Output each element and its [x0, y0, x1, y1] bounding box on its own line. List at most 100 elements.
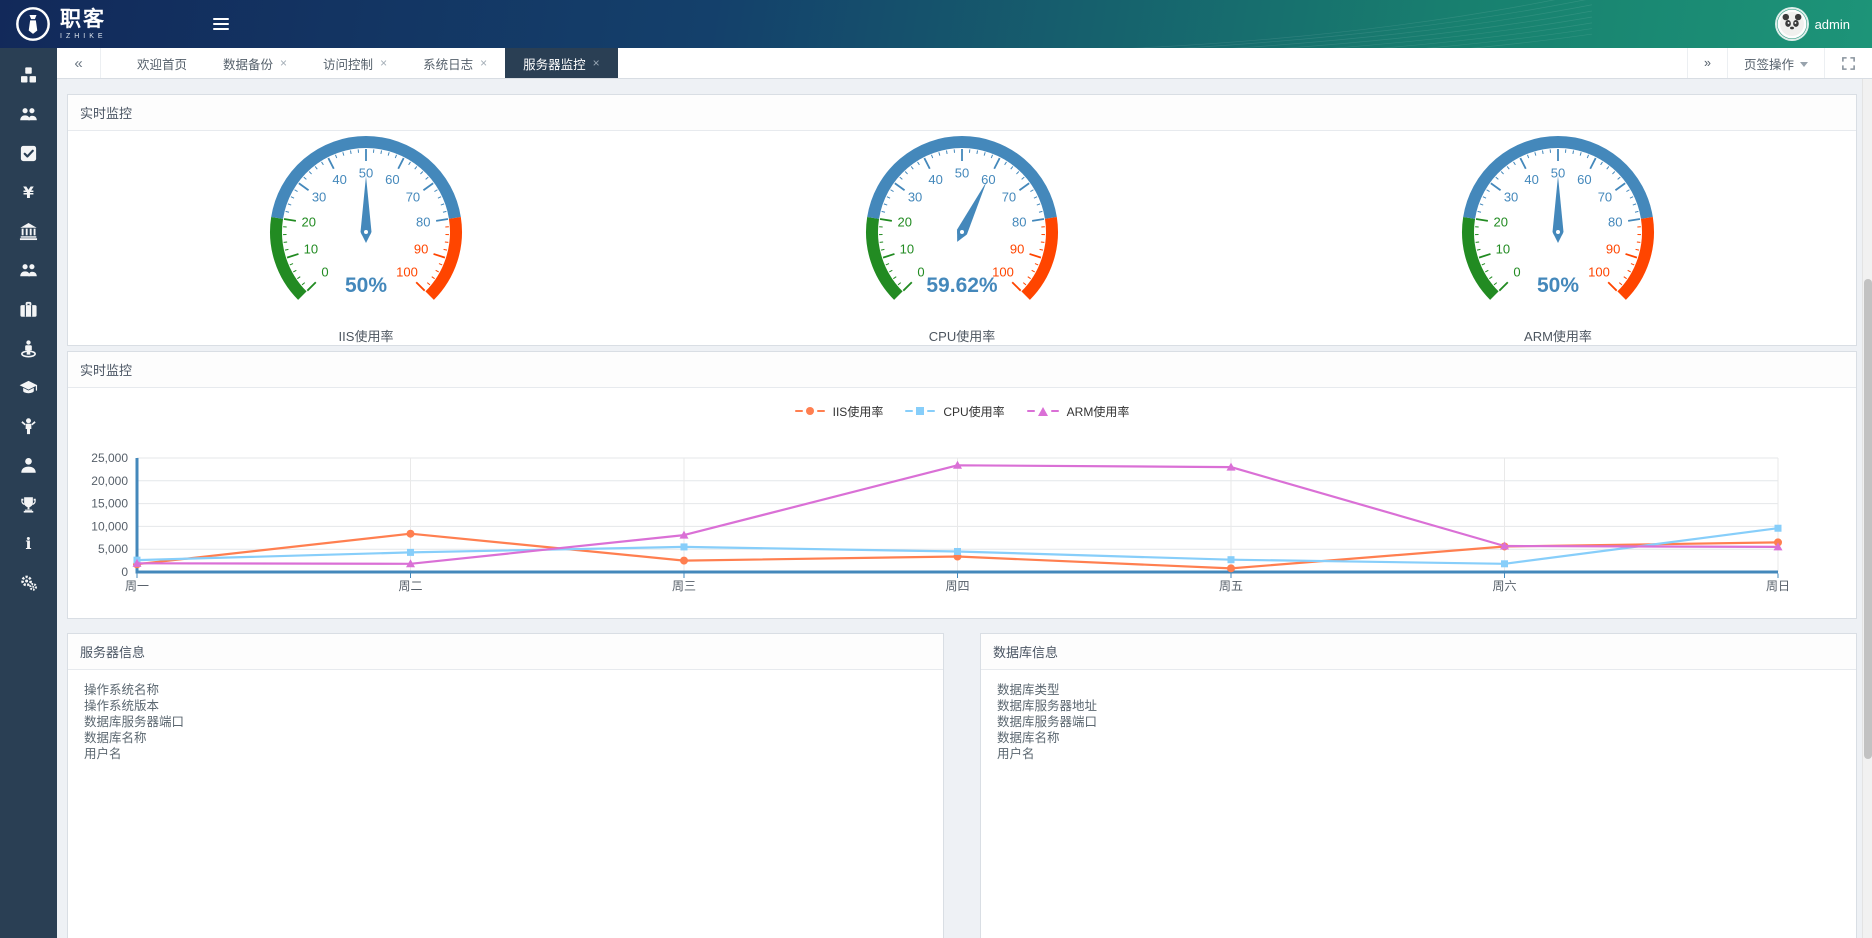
server-info-title: 服务器信息: [68, 634, 943, 670]
brand[interactable]: 职客 IZHIKE: [0, 5, 190, 43]
svg-text:10: 10: [1496, 241, 1510, 256]
svg-text:20: 20: [1493, 214, 1507, 229]
tab-close-icon[interactable]: ×: [593, 57, 600, 69]
navbar-decorative-lines: [1032, 0, 1592, 48]
info-list-item: 数据库名称: [84, 730, 927, 746]
chevron-down-icon: [1800, 62, 1808, 67]
page-content: 实时监控 010203040506070809010050%IIS使用率0102…: [57, 79, 1872, 938]
svg-text:周二: 周二: [398, 579, 422, 593]
sidebar-item-users[interactable]: [0, 97, 57, 136]
info-list-item: 数据库服务器端口: [997, 714, 1840, 730]
tab-close-icon[interactable]: ×: [280, 57, 287, 69]
tab-close-icon[interactable]: ×: [480, 57, 487, 69]
gauge-ARM使用率: 010203040506070809010050%ARM使用率: [1260, 131, 1856, 345]
svg-text:60: 60: [981, 172, 995, 187]
yen-icon: ¥: [19, 183, 38, 207]
sidebar-item-child[interactable]: [0, 409, 57, 448]
info-list-item: 用户名: [84, 746, 927, 762]
user-avatar: [1777, 9, 1807, 39]
check-square-icon: [19, 144, 38, 168]
gauge-CPU使用率: 010203040506070809010059.62%CPU使用率: [664, 131, 1260, 345]
page-scrollbar[interactable]: [1862, 79, 1872, 938]
tab-label: 数据备份: [223, 54, 273, 73]
legend-item-CPU使用率[interactable]: CPU使用率: [905, 403, 1004, 420]
info-list-item: 数据库类型: [997, 682, 1840, 698]
svg-text:80: 80: [1012, 214, 1026, 229]
sidebar-item-trophy[interactable]: [0, 487, 57, 526]
tab-访问控制[interactable]: 访问控制×: [305, 48, 405, 78]
svg-text:15,000: 15,000: [91, 497, 128, 511]
legend-item-IIS使用率[interactable]: IIS使用率: [795, 403, 884, 420]
svg-text:10,000: 10,000: [91, 519, 128, 533]
sidebar-item-street-view[interactable]: [0, 331, 57, 370]
legend-label: IIS使用率: [833, 403, 884, 420]
fullscreen-button[interactable]: [1824, 48, 1872, 78]
sidebar-item-graduation-cap[interactable]: [0, 370, 57, 409]
sidebar-item-bank[interactable]: [0, 214, 57, 253]
svg-text:90: 90: [414, 241, 428, 256]
sidebar-item-cubes[interactable]: [0, 58, 57, 97]
sidebar-toggle-button[interactable]: [204, 0, 238, 48]
legend-dash: [795, 410, 803, 413]
svg-text:40: 40: [928, 172, 942, 187]
legend-square-marker: [916, 407, 924, 415]
legend-item-ARM使用率[interactable]: ARM使用率: [1027, 403, 1130, 420]
hamburger-icon: [213, 18, 229, 20]
info-icon: i: [19, 534, 38, 558]
tab-label: 服务器监控: [523, 54, 586, 73]
gauge-title: IIS使用率: [339, 326, 394, 345]
server-info-panel: 服务器信息 操作系统名称操作系统版本数据库服务器端口数据库名称用户名: [67, 633, 944, 938]
svg-text:60: 60: [385, 172, 399, 187]
tab-operations-dropdown[interactable]: 页签操作: [1727, 48, 1824, 78]
sidebar-item-info[interactable]: i: [0, 526, 57, 565]
svg-text:90: 90: [1606, 241, 1620, 256]
sidebar-menu: ¥i: [0, 58, 57, 604]
line-chart-panel: 实时监控 IIS使用率CPU使用率ARM使用率 周一周二周三周四周五周六周日05…: [67, 351, 1857, 619]
briefcase-icon: [19, 300, 38, 324]
tab-strip: 欢迎首页数据备份×访问控制×系统日志×服务器监控×: [119, 48, 618, 78]
sidebar-item-team[interactable]: [0, 253, 57, 292]
user-menu[interactable]: admin: [1777, 9, 1872, 39]
svg-text:90: 90: [1010, 241, 1024, 256]
db-info-title: 数据库信息: [981, 634, 1856, 670]
svg-text:周三: 周三: [672, 579, 696, 593]
server-info-list: 操作系统名称操作系统版本数据库服务器端口数据库名称用户名: [68, 670, 943, 774]
legend-label: ARM使用率: [1067, 403, 1130, 420]
tab-系统日志[interactable]: 系统日志 ×: [405, 48, 505, 78]
info-list-item: 操作系统版本: [84, 698, 927, 714]
legend-dash: [927, 410, 935, 413]
svg-text:i: i: [25, 534, 31, 553]
svg-text:60: 60: [1577, 172, 1591, 187]
gauge-row: 010203040506070809010050%IIS使用率010203040…: [68, 131, 1856, 345]
team-icon: [19, 261, 38, 285]
sidebar-item-cogs[interactable]: [0, 565, 57, 604]
line-chart: 周一周二周三周四周五周六周日05,00010,00015,00020,00025…: [68, 450, 1856, 608]
gauge-chart: 010203040506070809010059.62%: [842, 132, 1082, 312]
sidebar-item-user[interactable]: [0, 448, 57, 487]
username-label: admin: [1815, 17, 1850, 32]
sidebar: ¥i: [0, 48, 57, 938]
svg-text:70: 70: [1002, 189, 1016, 204]
svg-text:10: 10: [900, 241, 914, 256]
svg-text:20: 20: [301, 214, 315, 229]
svg-text:0: 0: [917, 264, 924, 279]
tab-服务器监控[interactable]: 服务器监控 ×: [505, 48, 618, 78]
tab-close-icon[interactable]: ×: [380, 57, 387, 69]
tabs-scroll-right-button[interactable]: »: [1687, 48, 1727, 78]
tab-欢迎首页[interactable]: 欢迎首页: [119, 48, 205, 78]
sidebar-item-check-square[interactable]: [0, 136, 57, 175]
scrollbar-thumb[interactable]: [1864, 279, 1872, 759]
tab-label: 系统日志: [423, 54, 473, 73]
info-list-item: 数据库服务器端口: [84, 714, 927, 730]
tab-数据备份[interactable]: 数据备份 ×: [205, 48, 305, 78]
svg-text:100: 100: [1588, 264, 1610, 279]
tabs-scroll-left-button[interactable]: «: [57, 48, 101, 78]
svg-text:0: 0: [1513, 264, 1520, 279]
sidebar-item-briefcase[interactable]: [0, 292, 57, 331]
sidebar-item-yen[interactable]: ¥: [0, 175, 57, 214]
svg-text:周六: 周六: [1492, 579, 1516, 593]
cubes-icon: [19, 66, 38, 90]
tab-label: 欢迎首页: [137, 54, 187, 73]
gauge-title: ARM使用率: [1524, 326, 1592, 345]
brand-logo-icon: [14, 5, 52, 43]
